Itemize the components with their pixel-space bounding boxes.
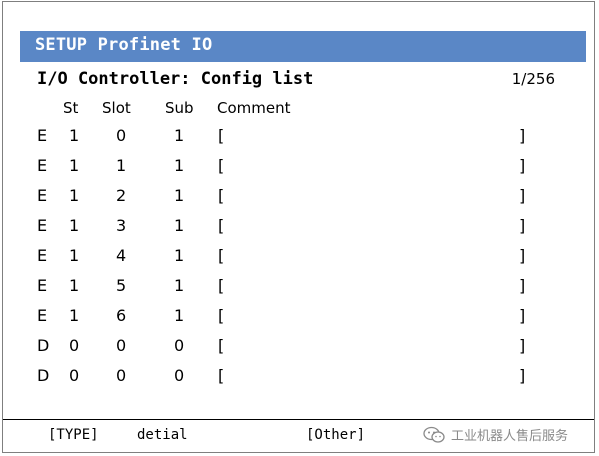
row-slot: 1	[116, 156, 127, 175]
row-flag: E	[37, 246, 48, 265]
row-st: 1	[69, 126, 80, 145]
row-sub: 1	[174, 186, 185, 205]
comment-open-bracket: [	[218, 366, 225, 385]
comment-open-bracket: [	[218, 336, 225, 355]
column-header-slot: Slot	[102, 99, 131, 117]
column-header-sub: Sub	[165, 99, 194, 117]
row-st: 0	[69, 336, 80, 355]
watermark: 工业机器人售后服务	[423, 425, 568, 444]
config-row[interactable]: E 1 6 1 [ ]	[0, 306, 599, 332]
page-indicator: 1/256	[511, 70, 555, 88]
watermark-text: 工业机器人售后服务	[451, 429, 569, 444]
row-flag: E	[37, 156, 48, 175]
row-slot: 0	[116, 126, 127, 145]
function-key-bar: [TYPE] detial [Other] 工业机器人售后服务	[3, 419, 594, 452]
comment-close-bracket: ]	[519, 366, 526, 385]
comment-open-bracket: [	[218, 306, 225, 325]
row-flag: E	[37, 126, 48, 145]
row-flag: D	[37, 366, 50, 385]
comment-close-bracket: ]	[519, 156, 526, 175]
type-function-key[interactable]: [TYPE]	[48, 427, 99, 443]
row-sub: 0	[174, 366, 185, 385]
row-st: 1	[69, 216, 80, 235]
comment-open-bracket: [	[218, 186, 225, 205]
column-header-st: St	[63, 99, 79, 117]
comment-open-bracket: [	[218, 216, 225, 235]
detail-function-key[interactable]: detial	[137, 427, 188, 443]
screen-title: SETUP Profinet IO	[35, 35, 213, 55]
comment-open-bracket: [	[218, 276, 225, 295]
config-row[interactable]: E 1 2 1 [ ]	[0, 186, 599, 212]
row-st: 1	[69, 246, 80, 265]
row-slot: 0	[116, 366, 127, 385]
row-flag: E	[37, 276, 48, 295]
row-slot: 2	[116, 186, 127, 205]
row-st: 1	[69, 156, 80, 175]
row-st: 1	[69, 306, 80, 325]
row-sub: 1	[174, 126, 185, 145]
row-sub: 1	[174, 276, 185, 295]
comment-close-bracket: ]	[519, 306, 526, 325]
comment-close-bracket: ]	[519, 186, 526, 205]
row-sub: 1	[174, 156, 185, 175]
row-sub: 0	[174, 336, 185, 355]
config-row[interactable]: E 1 3 1 [ ]	[0, 216, 599, 242]
row-slot: 0	[116, 336, 127, 355]
row-st: 0	[69, 366, 80, 385]
comment-close-bracket: ]	[519, 216, 526, 235]
column-header-comment: Comment	[217, 99, 291, 117]
row-flag: E	[37, 306, 48, 325]
row-sub: 1	[174, 216, 185, 235]
row-flag: E	[37, 186, 48, 205]
row-st: 1	[69, 276, 80, 295]
row-sub: 1	[174, 246, 185, 265]
comment-close-bracket: ]	[519, 246, 526, 265]
config-row[interactable]: E 1 0 1 [ ]	[0, 126, 599, 152]
config-row[interactable]: E 1 5 1 [ ]	[0, 276, 599, 302]
screen-subtitle: I/O Controller: Config list	[37, 69, 314, 89]
row-flag: E	[37, 216, 48, 235]
comment-open-bracket: [	[218, 246, 225, 265]
comment-open-bracket: [	[218, 126, 225, 145]
comment-close-bracket: ]	[519, 276, 526, 295]
config-row[interactable]: E 1 4 1 [ ]	[0, 246, 599, 272]
row-slot: 6	[116, 306, 127, 325]
row-slot: 3	[116, 216, 127, 235]
comment-close-bracket: ]	[519, 126, 526, 145]
other-function-key[interactable]: [Other]	[306, 427, 365, 443]
wechat-icon	[423, 426, 445, 443]
row-flag: D	[37, 336, 50, 355]
row-sub: 1	[174, 306, 185, 325]
comment-open-bracket: [	[218, 156, 225, 175]
config-row[interactable]: E 1 1 1 [ ]	[0, 156, 599, 182]
title-bar: SETUP Profinet IO	[20, 31, 586, 62]
comment-close-bracket: ]	[519, 336, 526, 355]
row-st: 1	[69, 186, 80, 205]
row-slot: 5	[116, 276, 127, 295]
config-row[interactable]: D 0 0 0 [ ]	[0, 366, 599, 392]
config-row[interactable]: D 0 0 0 [ ]	[0, 336, 599, 362]
row-slot: 4	[116, 246, 127, 265]
